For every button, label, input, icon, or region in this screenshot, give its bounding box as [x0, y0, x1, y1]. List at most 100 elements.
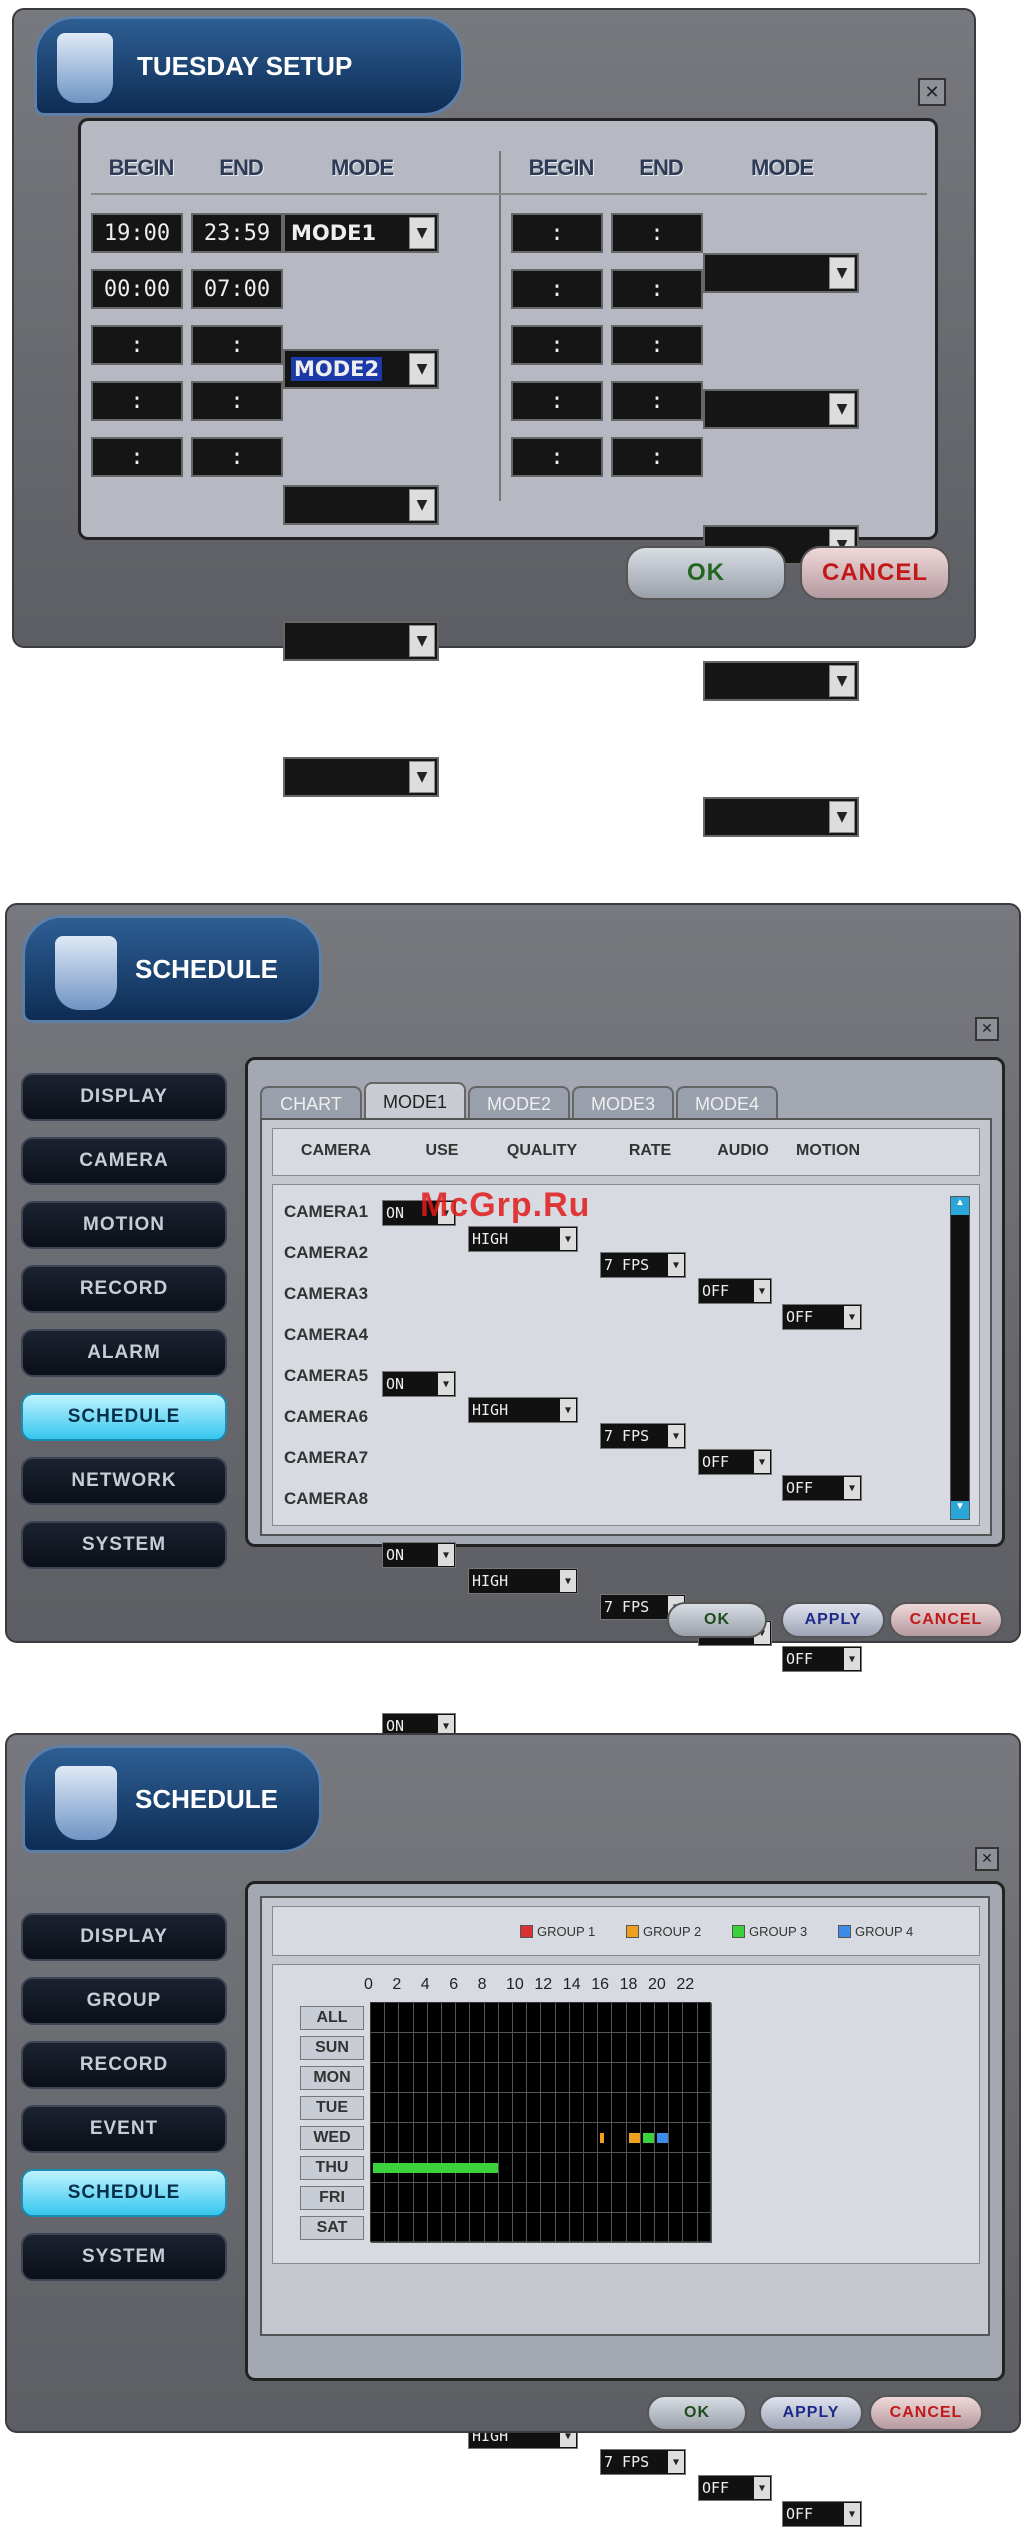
chevron-down-icon[interactable]: ▼ — [560, 1570, 576, 1592]
grid-cell[interactable] — [371, 2063, 386, 2093]
grid-cell[interactable] — [584, 2183, 599, 2213]
grid-cell[interactable] — [456, 2063, 471, 2093]
motion-select[interactable]: OFF ▼ — [782, 1646, 862, 1672]
grid-cell[interactable] — [569, 2153, 584, 2183]
grid-cell[interactable] — [598, 2033, 613, 2063]
grid-cell[interactable] — [399, 2123, 414, 2153]
grid-cell[interactable] — [569, 2093, 584, 2123]
use-select[interactable]: ON ▼ — [382, 1542, 456, 1568]
grid-cell[interactable] — [513, 2003, 528, 2033]
apply-button[interactable]: APPLY — [781, 1602, 885, 1638]
grid-cell[interactable] — [385, 2003, 400, 2033]
grid-cell[interactable] — [371, 2003, 386, 2033]
chevron-down-icon[interactable]: ▼ — [829, 257, 855, 289]
grid-cell[interactable] — [399, 2213, 414, 2243]
grid-cell[interactable] — [541, 2213, 556, 2243]
nav-item-system[interactable]: SYSTEM — [21, 2233, 227, 2281]
grid-cell[interactable] — [413, 2033, 428, 2063]
grid-cell[interactable] — [584, 2213, 599, 2243]
grid-cell[interactable] — [569, 2123, 584, 2153]
grid-cell[interactable] — [470, 2123, 485, 2153]
grid-cell[interactable] — [612, 2093, 627, 2123]
grid-cell[interactable] — [456, 2003, 471, 2033]
day-label-thu[interactable]: THU — [300, 2156, 364, 2180]
nav-item-event[interactable]: EVENT — [21, 2105, 227, 2153]
grid-cell[interactable] — [626, 2063, 641, 2093]
end-time-field[interactable]: : — [611, 381, 703, 421]
grid-cell[interactable] — [470, 2093, 485, 2123]
grid-cell[interactable] — [555, 2033, 570, 2063]
grid-cell[interactable] — [697, 2213, 712, 2243]
chevron-down-icon[interactable]: ▼ — [829, 393, 855, 425]
grid-cell[interactable] — [626, 2183, 641, 2213]
grid-cell[interactable] — [640, 2183, 655, 2213]
grid-cell[interactable] — [569, 2003, 584, 2033]
grid-cell[interactable] — [655, 2153, 670, 2183]
grid-cell[interactable] — [612, 2063, 627, 2093]
grid-cell[interactable] — [385, 2033, 400, 2063]
grid-cell[interactable] — [555, 2093, 570, 2123]
grid-cell[interactable] — [584, 2003, 599, 2033]
chevron-down-icon[interactable]: ▼ — [844, 1477, 860, 1499]
grid-cell[interactable] — [683, 2183, 698, 2213]
grid-cell[interactable] — [598, 2003, 613, 2033]
grid-cell[interactable] — [669, 2183, 684, 2213]
tab-mode1[interactable]: MODE1 — [364, 1082, 466, 1120]
grid-cell[interactable] — [527, 2213, 542, 2243]
rate-select[interactable]: 7 FPS ▼ — [600, 1423, 686, 1449]
nav-item-group[interactable]: GROUP — [21, 1977, 227, 2025]
chevron-down-icon[interactable]: ▼ — [844, 1648, 860, 1670]
cancel-button[interactable]: CANCEL — [869, 2395, 983, 2431]
grid-cell[interactable] — [555, 2003, 570, 2033]
chevron-down-icon[interactable]: ▼ — [560, 1228, 576, 1250]
day-label-sun[interactable]: SUN — [300, 2036, 364, 2060]
grid-cell[interactable] — [626, 2153, 641, 2183]
grid-cell[interactable] — [484, 2213, 499, 2243]
ok-button[interactable]: OK — [667, 1602, 767, 1638]
grid-cell[interactable] — [470, 2183, 485, 2213]
grid-cell[interactable] — [385, 2093, 400, 2123]
grid-cell[interactable] — [697, 2063, 712, 2093]
grid-cell[interactable] — [569, 2033, 584, 2063]
grid-cell[interactable] — [640, 2033, 655, 2063]
end-time-field[interactable]: 07:00 — [191, 269, 283, 309]
grid-cell[interactable] — [598, 2213, 613, 2243]
grid-cell[interactable] — [484, 2123, 499, 2153]
chevron-down-icon[interactable]: ▼ — [829, 801, 855, 833]
grid-cell[interactable] — [626, 2093, 641, 2123]
grid-cell[interactable] — [655, 2063, 670, 2093]
grid-cell[interactable] — [598, 2183, 613, 2213]
grid-cell[interactable] — [456, 2213, 471, 2243]
grid-cell[interactable] — [527, 2093, 542, 2123]
grid-cell[interactable] — [584, 2063, 599, 2093]
grid-cell[interactable] — [527, 2123, 542, 2153]
grid-cell[interactable] — [513, 2033, 528, 2063]
grid-cell[interactable] — [669, 2093, 684, 2123]
audio-select[interactable]: OFF ▼ — [698, 2475, 772, 2501]
schedule-grid[interactable] — [370, 2002, 712, 2243]
mode-select[interactable]: MODE2 ▼ — [283, 349, 439, 389]
grid-cell[interactable] — [527, 2033, 542, 2063]
grid-cell[interactable] — [612, 2003, 627, 2033]
grid-cell[interactable] — [399, 2003, 414, 2033]
grid-cell[interactable] — [371, 2093, 386, 2123]
grid-cell[interactable] — [697, 2003, 712, 2033]
scrollbar[interactable]: ▲ ▼ — [950, 1196, 970, 1520]
end-time-field[interactable]: : — [191, 381, 283, 421]
grid-cell[interactable] — [385, 2183, 400, 2213]
grid-cell[interactable] — [371, 2033, 386, 2063]
chevron-down-icon[interactable]: ▼ — [754, 2477, 770, 2499]
begin-time-field[interactable]: : — [511, 269, 603, 309]
schedule-block[interactable] — [657, 2133, 669, 2143]
grid-cell[interactable] — [541, 2153, 556, 2183]
begin-time-field[interactable]: : — [511, 437, 603, 477]
grid-cell[interactable] — [612, 2183, 627, 2213]
grid-cell[interactable] — [399, 2093, 414, 2123]
motion-select[interactable]: OFF ▼ — [782, 2501, 862, 2527]
grid-cell[interactable] — [697, 2183, 712, 2213]
grid-cell[interactable] — [513, 2153, 528, 2183]
chevron-down-icon[interactable]: ▼ — [754, 1280, 770, 1302]
grid-cell[interactable] — [413, 2213, 428, 2243]
tab-mode2[interactable]: MODE2 — [468, 1086, 570, 1120]
chevron-down-icon[interactable]: ▼ — [409, 489, 435, 521]
